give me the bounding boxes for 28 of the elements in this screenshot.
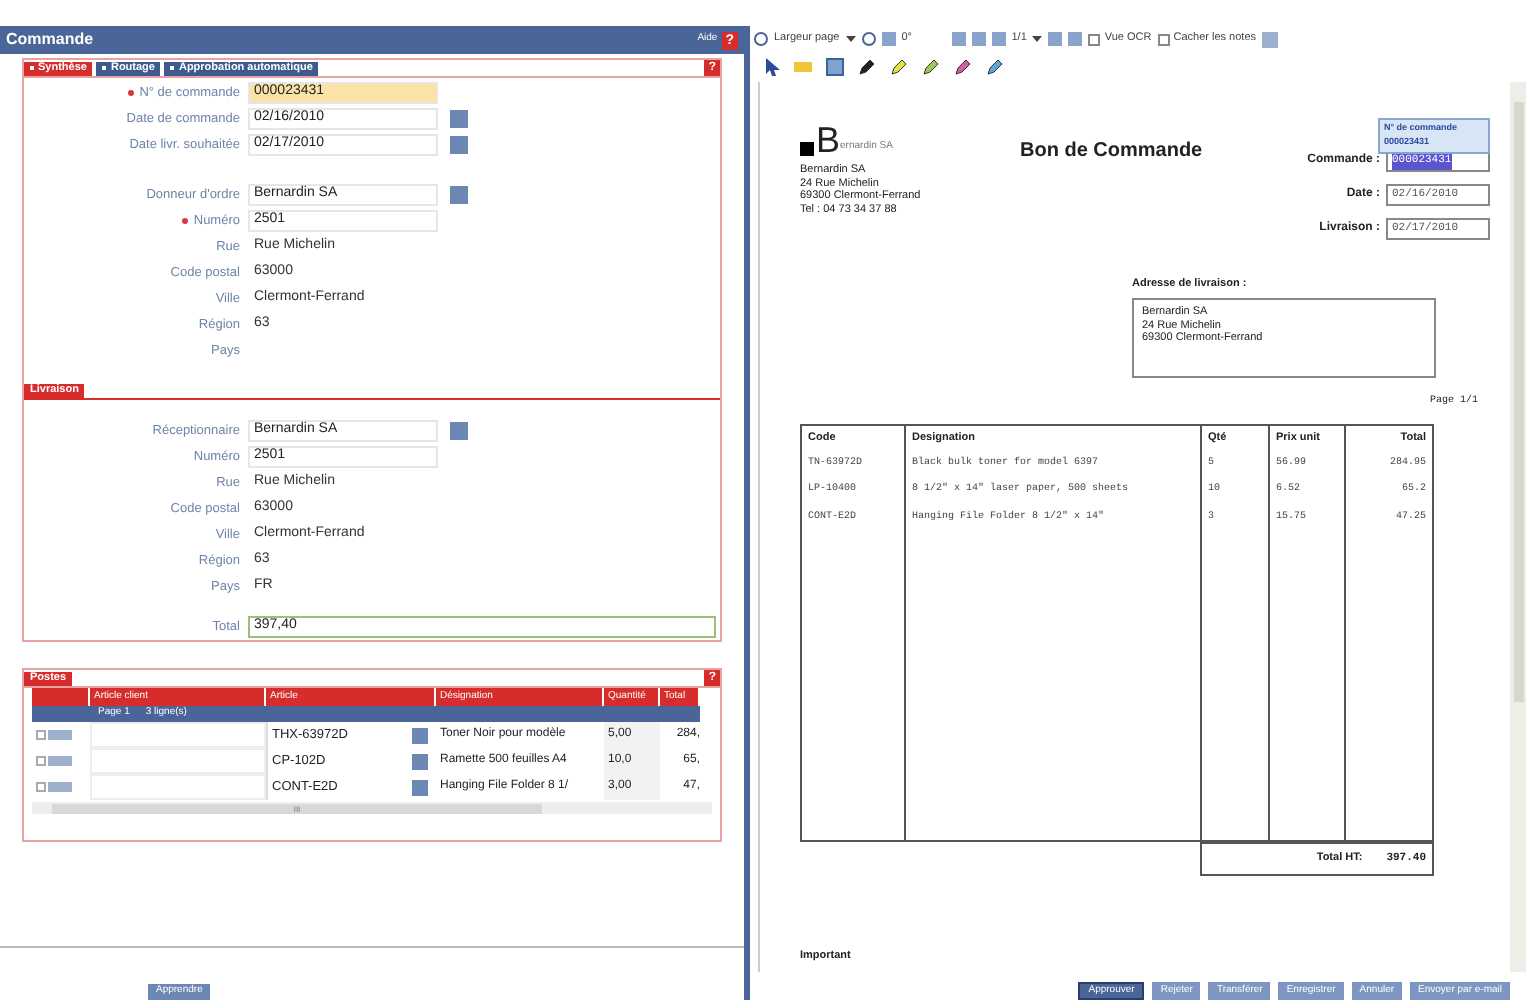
zoom-in-icon[interactable] [861, 32, 876, 46]
table-cell[interactable] [90, 722, 266, 748]
row-checkbox[interactable] [36, 782, 46, 792]
checkbox[interactable] [1088, 33, 1101, 45]
scroll-thumb[interactable] [1513, 102, 1523, 702]
caret-icon[interactable] [845, 36, 856, 42]
table-cell[interactable] [90, 774, 266, 800]
required-marker-icon [181, 218, 188, 224]
marker-icon[interactable] [858, 58, 876, 76]
marker-icon[interactable] [954, 58, 972, 76]
row-checkbox[interactable] [36, 730, 46, 740]
document-title: Bon de Commande [1020, 138, 1203, 166]
table-cell[interactable] [90, 748, 266, 774]
caret-icon[interactable] [1032, 36, 1043, 42]
cursor-icon[interactable] [766, 58, 780, 76]
marker-icon[interactable] [986, 58, 1004, 76]
vertical-scrollbar[interactable] [1510, 82, 1526, 972]
checkbox[interactable] [1157, 33, 1170, 45]
logo-letter: B [816, 122, 841, 158]
row-checkbox[interactable] [36, 756, 46, 766]
marker-icon[interactable] [890, 58, 908, 76]
panel-title: Commande [6, 28, 94, 52]
marker-icon[interactable] [922, 58, 940, 76]
logo-icon [800, 142, 814, 156]
required-marker-icon [127, 90, 134, 96]
filter-header [32, 688, 90, 706]
image-icon[interactable] [826, 58, 844, 76]
zoom-out-icon[interactable] [754, 32, 768, 46]
